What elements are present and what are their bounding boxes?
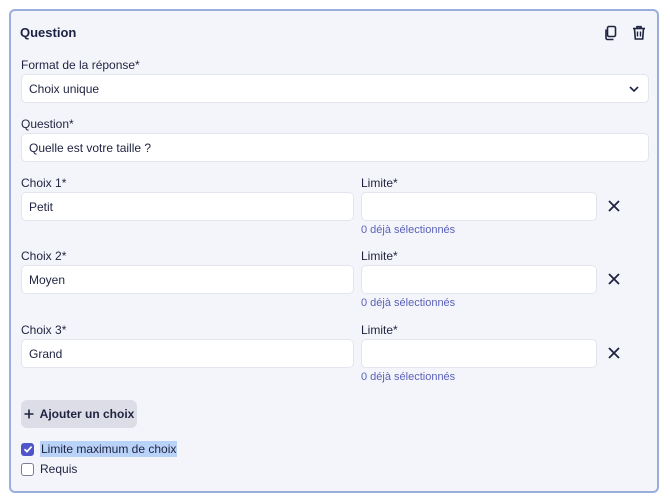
choice-3-limit-label: Limite*	[361, 323, 398, 337]
choice-2-selected-count: 0 déjà sélectionnés	[361, 297, 456, 309]
answer-format-value: Choix unique	[29, 81, 100, 96]
max-limit-checkbox[interactable]	[21, 442, 34, 456]
remove-choice-2-button[interactable]	[606, 271, 622, 287]
chevron-down-icon	[629, 86, 639, 93]
trash-icon[interactable]	[630, 24, 648, 42]
choice-3-field[interactable]	[21, 339, 354, 368]
section-title: Question	[20, 25, 77, 40]
question-label: Question*	[21, 117, 74, 131]
close-icon	[608, 347, 620, 359]
answer-format-label: Format de la réponse*	[21, 58, 140, 72]
max-limit-label[interactable]: Limite maximum de choix	[40, 441, 178, 457]
answer-format-select[interactable]: Choix unique	[21, 74, 649, 103]
required-checkbox[interactable]	[21, 462, 34, 476]
choice-2-field[interactable]	[21, 265, 354, 294]
choice-1-label: Choix 1*	[21, 176, 67, 190]
question-field[interactable]	[21, 133, 649, 162]
choice-1-field[interactable]	[21, 192, 354, 221]
required-option: Requis	[21, 462, 77, 476]
choice-2-limit-input[interactable]	[369, 272, 589, 287]
choice-3-selected-count: 0 déjà sélectionnés	[361, 371, 456, 383]
add-choice-label: Ajouter un choix	[39, 407, 135, 421]
choice-1-limit-label: Limite*	[361, 176, 398, 190]
choice-3-label: Choix 3*	[21, 323, 67, 337]
checkmark-icon	[23, 446, 32, 453]
choice-1-limit-input[interactable]	[369, 199, 589, 214]
duplicate-icon[interactable]	[602, 24, 620, 42]
max-limit-option: Limite maximum de choix	[21, 441, 178, 457]
choice-2-label: Choix 2*	[21, 249, 67, 263]
required-label[interactable]: Requis	[40, 462, 77, 476]
remove-choice-1-button[interactable]	[606, 198, 622, 214]
add-choice-button[interactable]: Ajouter un choix	[21, 400, 137, 428]
choice-3-input[interactable]	[29, 346, 346, 361]
question-input[interactable]	[29, 140, 641, 155]
close-icon	[608, 200, 620, 212]
close-icon	[608, 273, 620, 285]
plus-icon	[24, 409, 34, 419]
choice-1-selected-count: 0 déjà sélectionnés	[361, 224, 456, 236]
choice-2-input[interactable]	[29, 272, 346, 287]
choice-2-limit-label: Limite*	[361, 249, 398, 263]
choice-1-limit-field[interactable]	[361, 192, 597, 221]
choice-2-limit-field[interactable]	[361, 265, 597, 294]
choice-3-limit-field[interactable]	[361, 339, 597, 368]
choice-3-limit-input[interactable]	[369, 346, 589, 361]
choice-1-input[interactable]	[29, 199, 346, 214]
remove-choice-3-button[interactable]	[606, 345, 622, 361]
